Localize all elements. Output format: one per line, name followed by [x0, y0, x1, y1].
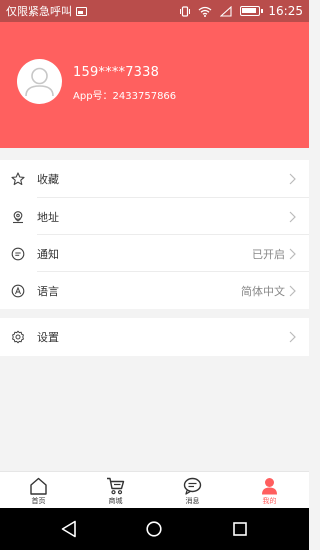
menu-item-label: 收藏: [37, 173, 59, 186]
menu-group-settings: 设置: [0, 318, 309, 356]
home-icon: [30, 477, 47, 495]
system-navigation-bar: [0, 508, 309, 550]
menu-item-label: 地址: [37, 211, 59, 224]
vibrate-icon: [180, 5, 191, 17]
menu-item-language[interactable]: 语言 简体中文: [0, 272, 309, 309]
chat-icon: [183, 477, 202, 495]
back-icon[interactable]: [61, 520, 77, 538]
tab-label: 消息: [185, 497, 200, 505]
menu-item-notifications[interactable]: 通知 已开启: [0, 235, 309, 272]
profile-icon: [262, 478, 277, 495]
status-time: 16:25: [268, 4, 303, 18]
star-icon: [11, 172, 25, 186]
notification-status: 已开启: [252, 248, 285, 261]
location-icon: [13, 211, 23, 224]
tab-label: 商城: [108, 497, 123, 505]
chevron-right-icon: [289, 211, 296, 223]
menu-item-settings[interactable]: 设置: [0, 318, 309, 355]
message-icon: [11, 247, 25, 261]
wifi-icon: [198, 6, 212, 17]
image-notification-icon: [76, 6, 87, 16]
recents-icon[interactable]: [233, 522, 247, 536]
signal-icon: [220, 5, 232, 17]
chevron-right-icon: [289, 248, 296, 260]
menu-item-address[interactable]: 地址: [0, 198, 309, 235]
status-bar: 仅限紧急呼叫 16:25: [0, 0, 309, 22]
tab-home[interactable]: 首页: [0, 472, 77, 509]
menu-item-favorites[interactable]: 收藏: [0, 160, 309, 197]
chevron-right-icon: [289, 173, 296, 185]
tab-label: 我的: [262, 497, 277, 505]
gear-icon: [12, 330, 24, 344]
chevron-right-icon: [289, 285, 296, 297]
bottom-tab-bar: 首页 商城 消息 我的: [0, 471, 309, 508]
language-icon: [11, 284, 25, 298]
menu-item-label: 语言: [37, 285, 59, 298]
profile-header: 159****7338 App号：2433757866: [0, 22, 309, 148]
menu-item-label: 设置: [37, 331, 59, 344]
user-avatar-icon[interactable]: [17, 59, 62, 104]
language-value: 简体中文: [241, 285, 285, 298]
home-circle-icon[interactable]: [146, 521, 162, 537]
tab-mine[interactable]: 我的: [231, 472, 308, 509]
chevron-right-icon: [289, 331, 296, 343]
carrier-text: 仅限紧急呼叫: [6, 5, 72, 18]
battery-icon: [240, 6, 264, 16]
tab-mall[interactable]: 商城: [77, 472, 154, 509]
user-phone: 159****7338: [73, 65, 160, 80]
menu-item-label: 通知: [37, 248, 59, 261]
tab-messages[interactable]: 消息: [154, 472, 231, 509]
cart-icon: [107, 477, 125, 495]
tab-label: 首页: [31, 497, 46, 505]
menu-group-primary: 收藏 地址 通知 已开启 语言 简体中文: [0, 160, 309, 309]
user-app-id: App号：2433757866: [73, 91, 177, 102]
